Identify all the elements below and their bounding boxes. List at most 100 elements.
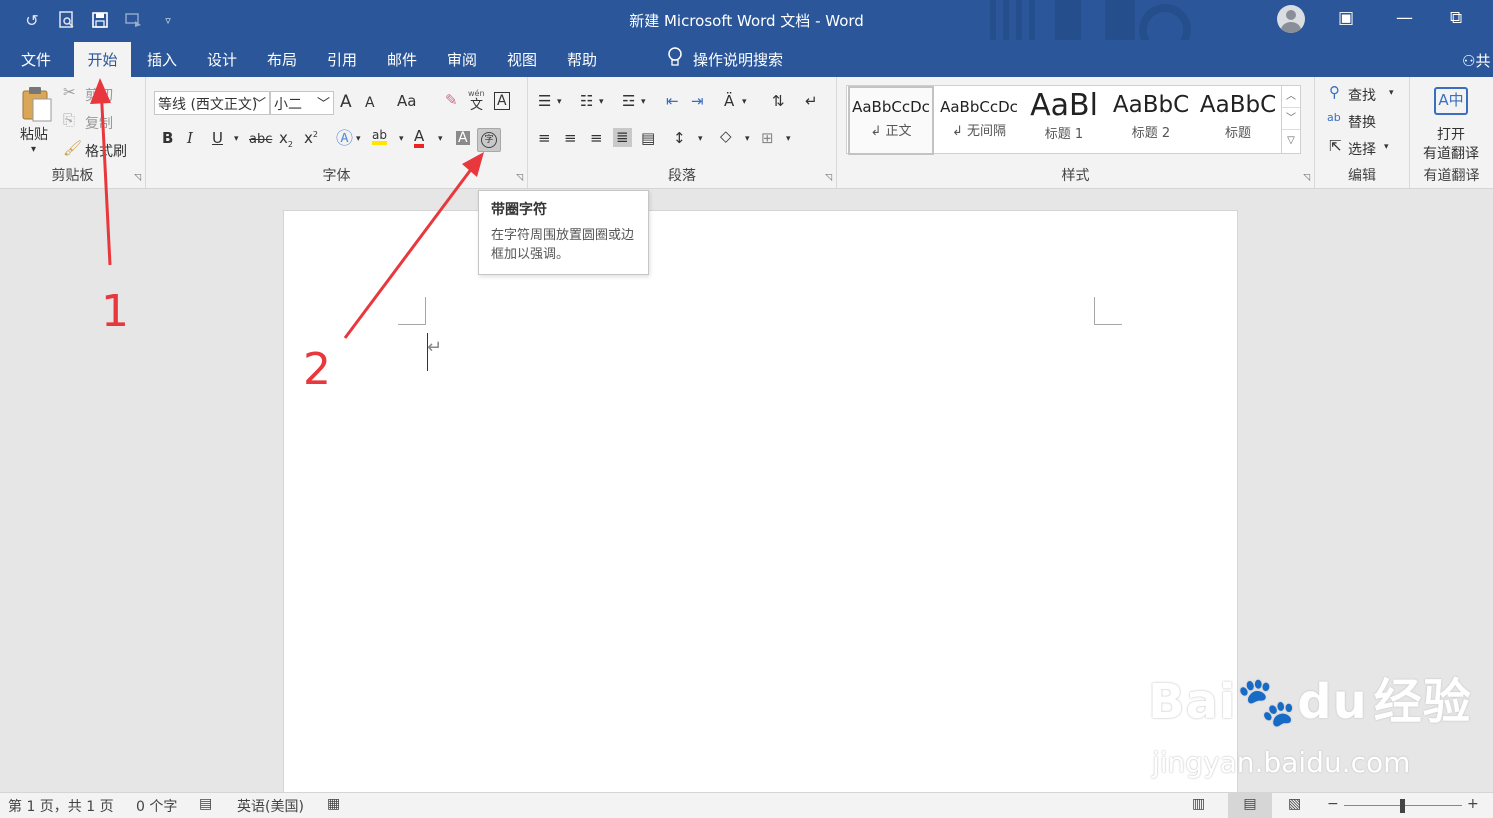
replace-icon[interactable]: ab (1327, 112, 1341, 123)
paste-label[interactable]: 粘贴 (20, 124, 48, 144)
italic-icon[interactable]: I (187, 131, 193, 146)
styles-more-icon[interactable]: ▽ (1282, 130, 1300, 152)
grow-font-icon[interactable]: A (340, 94, 352, 111)
find-icon[interactable]: ⚲ (1329, 85, 1340, 100)
char-shading-icon[interactable]: A (456, 131, 470, 145)
page-count[interactable]: 第 1 页，共 1 页 (8, 796, 114, 816)
youdao-translate-icon[interactable]: A中 (1434, 87, 1468, 115)
show-marks-icon[interactable]: ↵ (805, 94, 818, 109)
copy-icon[interactable]: ⎘ (63, 113, 75, 128)
styles-up-icon[interactable]: ︿ (1282, 86, 1300, 108)
bullets-icon[interactable]: ☰ (538, 94, 551, 109)
style-title[interactable]: AaBbC 标题 (1195, 86, 1281, 155)
tab-help[interactable]: 帮助 (567, 49, 597, 70)
clear-format-icon[interactable]: ✎ (445, 93, 458, 108)
strikethrough-icon[interactable]: abc (249, 133, 272, 146)
youdao-translate-label[interactable]: 有道翻译 (1423, 143, 1479, 163)
style-normal[interactable]: AaBbCcDc ↲ 正文 (848, 86, 934, 155)
shrink-font-icon[interactable]: A (365, 96, 375, 110)
font-size-combo[interactable]: 小二 ﹀ (270, 91, 334, 115)
find-dropdown-icon[interactable]: ▾ (1389, 89, 1394, 98)
clipboard-launcher-icon[interactable]: ◹ (134, 173, 141, 183)
borders-dropdown-icon[interactable]: ▾ (786, 135, 791, 144)
underline-dropdown-icon[interactable]: ▾ (234, 135, 239, 144)
select-label[interactable]: 选择 (1348, 139, 1376, 159)
tab-home[interactable]: 开始 (74, 42, 131, 77)
cut-icon[interactable]: ✂ (63, 85, 76, 100)
numbering-icon[interactable]: ☷ (580, 94, 593, 109)
style-heading-1[interactable]: AaBl 标题 1 (1024, 86, 1104, 155)
cut-label[interactable]: 剪切 (85, 85, 113, 105)
text-effects-icon[interactable]: Ⓐ (336, 131, 353, 148)
borders-icon[interactable]: ⊞ (761, 131, 774, 146)
paragraph-launcher-icon[interactable]: ◹ (825, 173, 832, 183)
format-painter-icon[interactable]: 🖌 (63, 141, 82, 156)
zoom-in-icon[interactable]: + (1467, 796, 1479, 812)
shading-dropdown-icon[interactable]: ▾ (745, 135, 750, 144)
accessibility-icon[interactable]: ▦ (327, 796, 340, 812)
tab-design[interactable]: 设计 (207, 49, 237, 70)
asian-layout-icon[interactable]: Ä (724, 94, 734, 109)
change-case-icon[interactable]: Aa (397, 94, 416, 109)
underline-icon[interactable]: U (212, 131, 223, 146)
font-launcher-icon[interactable]: ◹ (516, 173, 523, 183)
highlight-icon[interactable]: ab (372, 129, 387, 145)
subscript-icon[interactable]: x2 (279, 131, 293, 149)
language-indicator[interactable]: 英语(美国) (237, 796, 304, 816)
tab-references[interactable]: 引用 (327, 49, 357, 70)
styles-down-icon[interactable]: ﹀ (1282, 108, 1300, 130)
minimize-icon[interactable]: — (1396, 8, 1413, 28)
bold-icon[interactable]: B (162, 131, 173, 146)
numbering-dropdown-icon[interactable]: ▾ (599, 98, 604, 107)
ribbon-display-icon[interactable]: ▣ (1338, 8, 1354, 28)
paste-dropdown-icon[interactable]: ▾ (31, 145, 36, 155)
superscript-icon[interactable]: x2 (304, 131, 318, 146)
font-color-icon[interactable]: A (414, 129, 425, 148)
tab-layout[interactable]: 布局 (267, 49, 297, 70)
share-button[interactable]: ⚇共 (1462, 50, 1490, 71)
document-page[interactable]: ↵ (283, 210, 1238, 792)
line-spacing-icon[interactable]: ↕ (673, 131, 686, 146)
phonetic-guide-icon[interactable]: wén (468, 90, 485, 98)
zoom-out-icon[interactable]: − (1327, 796, 1339, 812)
decrease-indent-icon[interactable]: ⇤ (666, 94, 679, 109)
font-name-combo[interactable]: 等线 (西文正文) ﹀ (154, 91, 270, 115)
increase-indent-icon[interactable]: ⇥ (691, 94, 704, 109)
tab-file[interactable]: 文件 (21, 49, 51, 70)
align-left-icon[interactable]: ≡ (538, 131, 551, 146)
web-layout-icon[interactable]: ▧ (1288, 796, 1301, 812)
tab-view[interactable]: 视图 (507, 49, 537, 70)
tab-review[interactable]: 审阅 (447, 49, 477, 70)
multilevel-dropdown-icon[interactable]: ▾ (641, 98, 646, 107)
word-count[interactable]: 0 个字 (136, 796, 177, 816)
tell-me-search[interactable]: 操作说明搜索 (667, 47, 783, 71)
copy-label[interactable]: 复制 (85, 113, 113, 133)
shading-icon[interactable]: ◇ (720, 129, 732, 144)
enclose-characters-button[interactable]: 字 (477, 128, 501, 152)
youdao-open-label[interactable]: 打开 (1437, 124, 1465, 144)
multilevel-list-icon[interactable]: ☲ (622, 94, 635, 109)
sort-icon[interactable]: ⇅ (772, 94, 785, 109)
select-icon[interactable]: ⇱ (1329, 139, 1342, 154)
account-avatar[interactable] (1277, 5, 1305, 33)
distributed-icon[interactable]: ▤ (641, 131, 655, 146)
zoom-slider-thumb[interactable] (1400, 799, 1405, 813)
style-heading-2[interactable]: AaBbC 标题 2 (1108, 86, 1194, 155)
align-right-icon[interactable]: ≡ (590, 131, 603, 146)
format-painter-label[interactable]: 格式刷 (85, 141, 127, 161)
restore-icon[interactable]: ⧉ (1450, 8, 1462, 28)
tab-mailings[interactable]: 邮件 (387, 49, 417, 70)
paste-icon[interactable] (20, 85, 54, 126)
proofing-icon[interactable]: ▤ (199, 796, 212, 812)
replace-label[interactable]: 替换 (1348, 112, 1376, 132)
asian-layout-dropdown-icon[interactable]: ▾ (742, 98, 747, 107)
find-label[interactable]: 查找 (1348, 85, 1376, 105)
style-no-spacing[interactable]: AaBbCcDc ↲ 无间隔 (936, 86, 1022, 155)
font-color-dropdown-icon[interactable]: ▾ (438, 135, 443, 144)
char-border-icon[interactable]: A (494, 92, 510, 110)
justify-icon[interactable]: ≣ (613, 128, 632, 147)
bullets-dropdown-icon[interactable]: ▾ (557, 98, 562, 107)
line-spacing-dropdown-icon[interactable]: ▾ (698, 135, 703, 144)
highlight-dropdown-icon[interactable]: ▾ (399, 135, 404, 144)
tab-insert[interactable]: 插入 (147, 49, 177, 70)
